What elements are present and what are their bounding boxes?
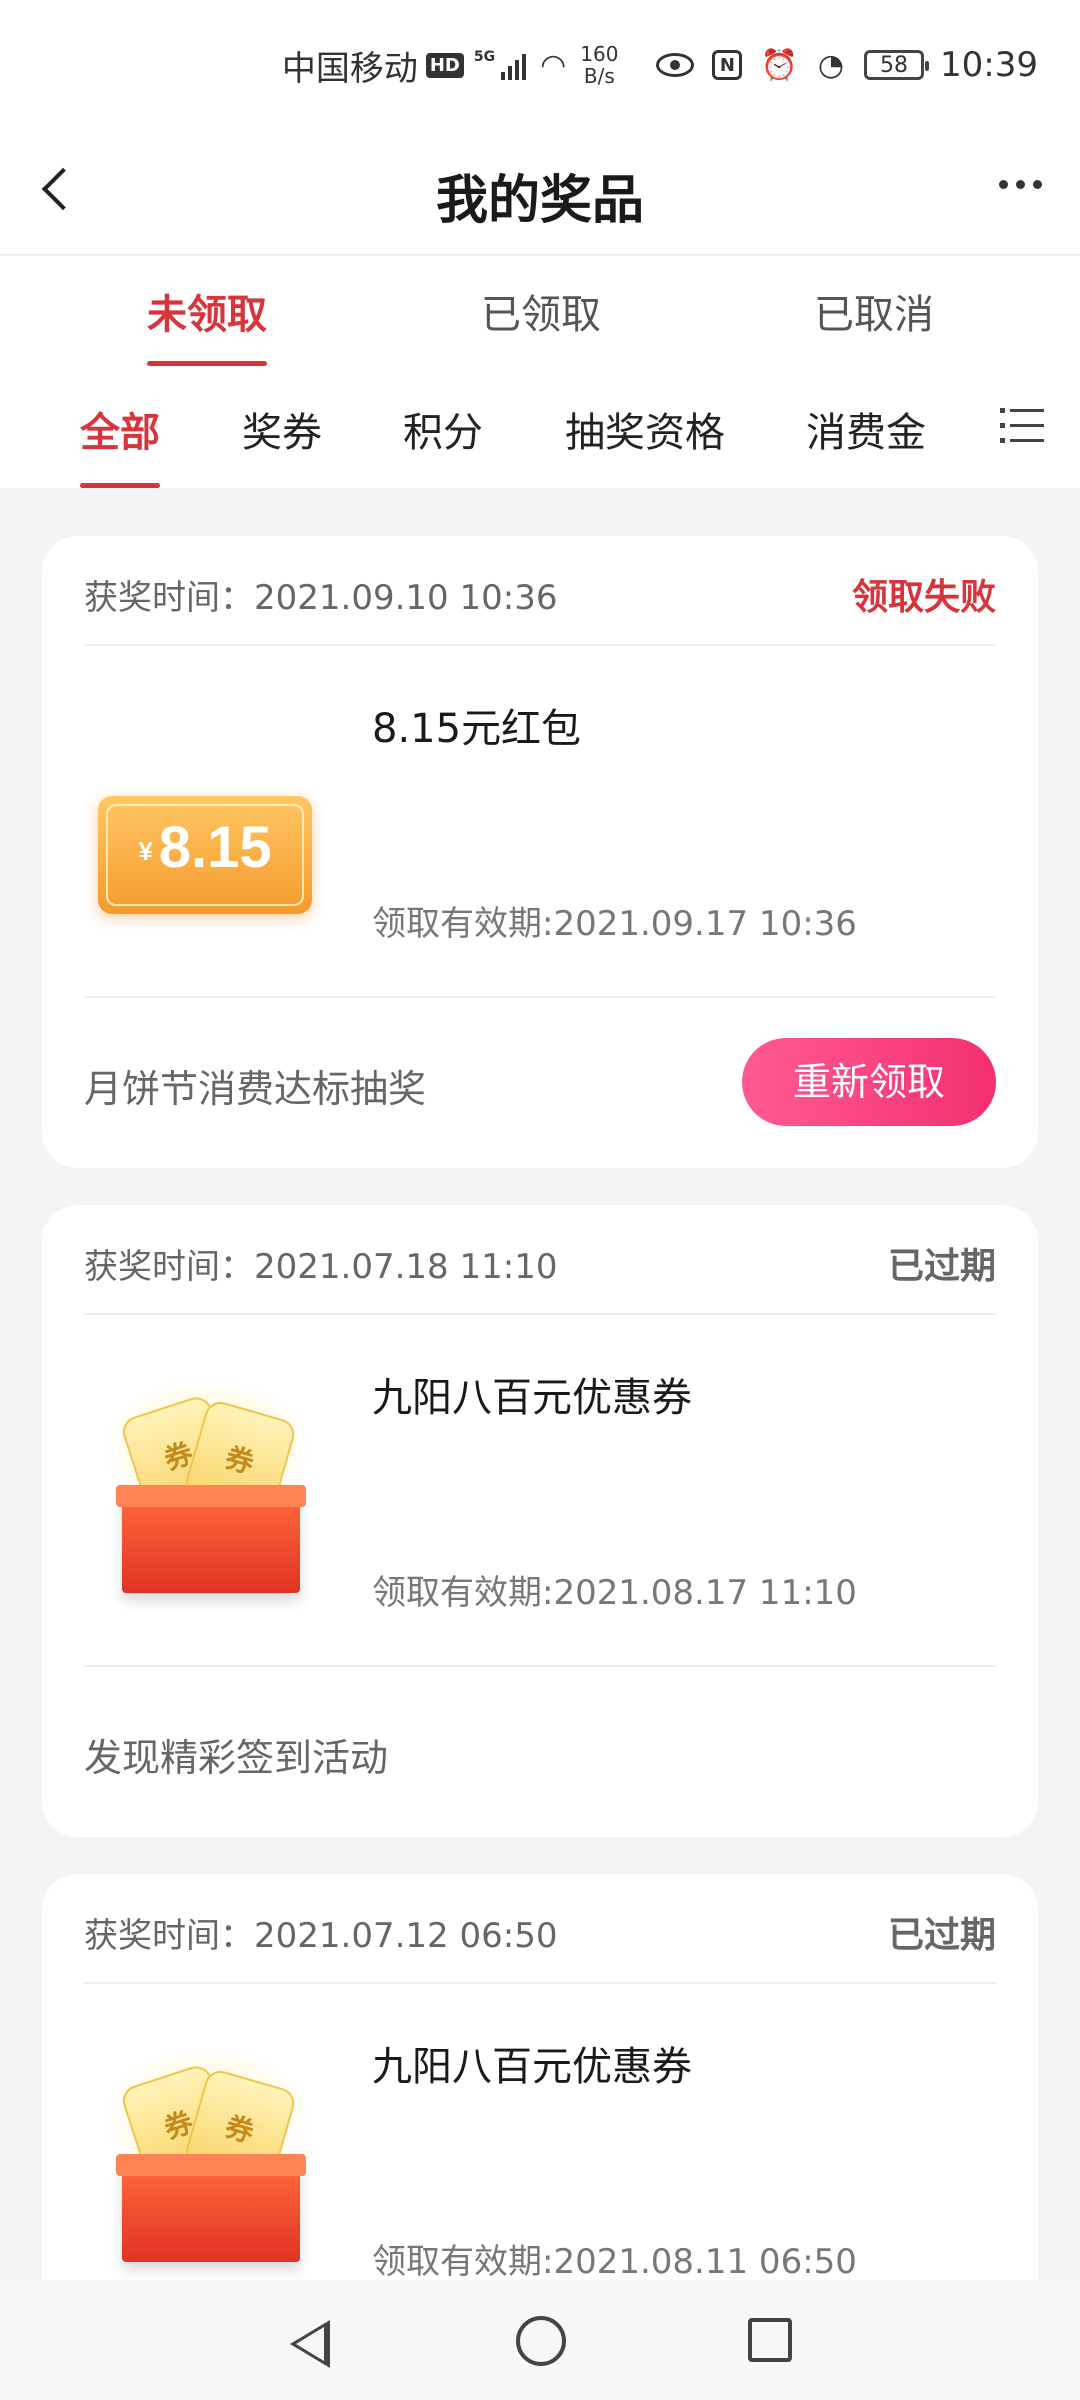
alarm-icon: ⏰ bbox=[760, 47, 798, 83]
coupon-box-image: 券 券 bbox=[102, 2044, 312, 2274]
prize-body: ¥8.15 8.15元红包 领取有效期:2021.09.17 10:36 bbox=[42, 646, 1038, 996]
app-header: 我的奖品 bbox=[0, 130, 1080, 255]
network-speed-value: 160 bbox=[580, 42, 619, 66]
battery-icon: 58 bbox=[864, 50, 930, 80]
nav-back-icon[interactable] bbox=[290, 2320, 330, 2368]
prize-name: 8.15元红包 bbox=[372, 706, 582, 752]
prize-card-footer: 发现精彩签到活动 bbox=[84, 1665, 996, 1835]
category-tabs: 全部 奖券 积分 抽奖资格 消费金 bbox=[0, 376, 1080, 488]
prize-card[interactable]: 获奖时间：2021.07.18 11:10 已过期 券 券 九阳八百元优惠券 领… bbox=[42, 1205, 1038, 1837]
carrier-name: 中国移动 bbox=[281, 48, 418, 89]
coupon-box-image: 券 券 bbox=[102, 1375, 312, 1605]
system-nav-bar bbox=[0, 2280, 1080, 2400]
red-packet-currency: ¥ bbox=[138, 836, 153, 867]
red-packet-amount: ¥8.15 bbox=[98, 814, 312, 881]
prize-status: 领取失败 bbox=[851, 577, 996, 618]
nav-recents-icon[interactable] bbox=[748, 2318, 792, 2362]
reclaim-button[interactable]: 重新领取 bbox=[742, 1038, 996, 1126]
prize-card[interactable]: 获奖时间：2021.09.10 10:36 领取失败 ¥8.15 8.15元红包… bbox=[42, 536, 1038, 1168]
tab-unclaimed[interactable]: 未领取 bbox=[147, 282, 267, 366]
prize-card-header: 获奖时间：2021.07.12 06:50 已过期 bbox=[84, 1874, 996, 1984]
win-time: 获奖时间：2021.09.10 10:36 bbox=[84, 578, 558, 618]
more-options-icon[interactable] bbox=[999, 180, 1042, 189]
page-title: 我的奖品 bbox=[435, 171, 644, 231]
wifi-icon: ◠ bbox=[540, 47, 567, 83]
prize-card-header: 获奖时间：2021.09.10 10:36 领取失败 bbox=[84, 536, 996, 646]
tab-claimed[interactable]: 已领取 bbox=[481, 282, 601, 340]
status-bar: 中国移动 HD 5G ◠ 160 B/s N ⏰ ◔ 58 10:39 bbox=[0, 0, 1080, 130]
prize-name: 九阳八百元优惠券 bbox=[372, 2044, 692, 2090]
speedometer-icon: ◔ bbox=[817, 47, 845, 83]
eye-comfort-icon bbox=[656, 53, 695, 77]
status-tabs: 未领取 已领取 已取消 bbox=[0, 256, 1080, 376]
prize-source: 月饼节消费达标抽奖 bbox=[84, 1067, 427, 1111]
prize-validity: 领取有效期:2021.08.17 11:10 bbox=[372, 1573, 857, 1613]
battery-level: 58 bbox=[880, 52, 909, 78]
tab-lottery-eligibility[interactable]: 抽奖资格 bbox=[565, 400, 725, 458]
prize-validity: 领取有效期:2021.09.17 10:36 bbox=[372, 904, 857, 944]
tab-cancelled[interactable]: 已取消 bbox=[814, 282, 934, 340]
signal-icon: 5G bbox=[473, 49, 527, 80]
prize-status: 已过期 bbox=[887, 1915, 996, 1956]
red-packet-value: 8.15 bbox=[158, 815, 272, 880]
prize-validity: 领取有效期:2021.08.11 06:50 bbox=[372, 2242, 857, 2282]
tab-spending-credit[interactable]: 消费金 bbox=[806, 400, 926, 458]
hd-badge: HD bbox=[425, 52, 464, 78]
nfc-icon: N bbox=[712, 50, 743, 80]
nav-home-icon[interactable] bbox=[516, 2316, 566, 2366]
prize-name: 九阳八百元优惠券 bbox=[372, 1375, 692, 1421]
clock: 10:39 bbox=[940, 45, 1038, 85]
tab-all[interactable]: 全部 bbox=[80, 400, 160, 488]
prize-source: 发现精彩签到活动 bbox=[84, 1736, 389, 1780]
prize-card-header: 获奖时间：2021.07.18 11:10 已过期 bbox=[84, 1205, 996, 1315]
prize-status: 已过期 bbox=[887, 1246, 996, 1287]
red-packet-image: ¥8.15 bbox=[98, 796, 312, 914]
network-speed: 160 B/s bbox=[580, 43, 618, 87]
network-type: 5G bbox=[473, 49, 496, 65]
win-time: 获奖时间：2021.07.18 11:10 bbox=[84, 1247, 558, 1287]
category-list-icon[interactable] bbox=[1000, 406, 1044, 446]
network-speed-unit: B/s bbox=[583, 64, 615, 88]
tab-points[interactable]: 积分 bbox=[403, 400, 483, 458]
win-time: 获奖时间：2021.07.12 06:50 bbox=[84, 1916, 558, 1956]
prize-card-footer: 月饼节消费达标抽奖 重新领取 bbox=[84, 996, 996, 1166]
tab-coupons[interactable]: 奖券 bbox=[242, 400, 322, 458]
prize-body: 券 券 九阳八百元优惠券 领取有效期:2021.08.17 11:10 bbox=[42, 1315, 1038, 1665]
